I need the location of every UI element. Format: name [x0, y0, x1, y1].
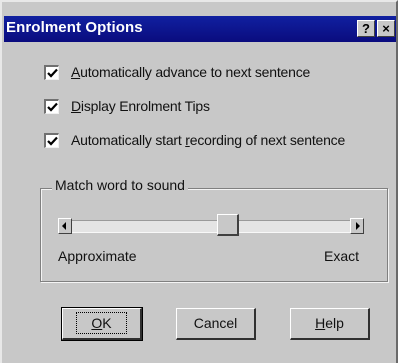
- slider-right-arrow-button[interactable]: [350, 218, 364, 234]
- auto-advance-label: Automatically advance to next sentence: [71, 64, 311, 80]
- match-word-groupbox: [40, 188, 388, 282]
- checkmark-icon: [47, 136, 58, 146]
- enrolment-options-dialog: Enrolment Options ? × Automatically adva…: [0, 0, 398, 363]
- match-slider-thumb[interactable]: [217, 214, 239, 236]
- title-bar[interactable]: Enrolment Options ? ×: [4, 16, 396, 42]
- auto-record-label: Automatically start recording of next se…: [71, 132, 346, 148]
- arrow-right-icon: [356, 222, 360, 230]
- slider-max-label: Exact: [324, 248, 360, 264]
- match-word-legend: Match word to sound: [52, 177, 188, 193]
- ok-button[interactable]: OK: [61, 307, 143, 341]
- checkmark-icon: [47, 102, 58, 112]
- option-auto-record[interactable]: Automatically start recording of next se…: [44, 130, 345, 150]
- help-title-button[interactable]: ?: [357, 20, 375, 37]
- help-button[interactable]: Help: [290, 308, 370, 340]
- slider-left-arrow-button[interactable]: [58, 218, 72, 234]
- option-display-tips[interactable]: Display Enrolment Tips: [44, 96, 210, 116]
- ok-button-label: OK: [76, 312, 127, 334]
- cancel-button[interactable]: Cancel: [176, 308, 256, 340]
- arrow-left-icon: [62, 222, 66, 230]
- slider-min-label: Approximate: [58, 248, 137, 264]
- close-button[interactable]: ×: [377, 20, 395, 37]
- match-slider-track[interactable]: [58, 220, 364, 233]
- dialog-title: Enrolment Options: [6, 19, 143, 36]
- auto-record-checkbox[interactable]: [44, 132, 59, 148]
- option-auto-advance[interactable]: Automatically advance to next sentence: [44, 62, 310, 82]
- auto-advance-checkbox[interactable]: [44, 64, 59, 80]
- help-button-label: Help: [315, 315, 344, 331]
- display-tips-label: Display Enrolment Tips: [71, 98, 210, 114]
- display-tips-checkbox[interactable]: [44, 98, 59, 114]
- checkmark-icon: [47, 68, 58, 78]
